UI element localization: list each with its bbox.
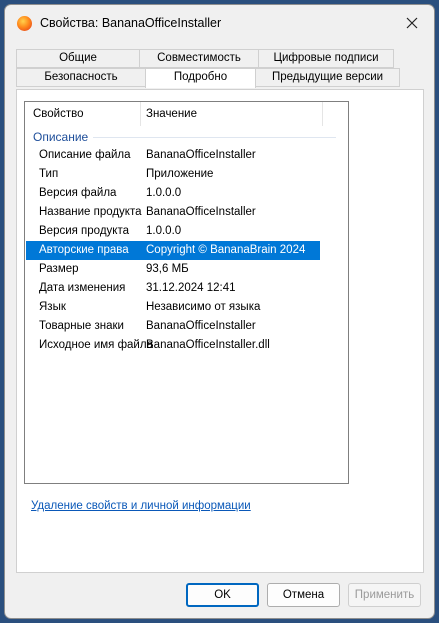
ok-button[interactable]: OK <box>186 583 259 607</box>
property-name: Язык <box>39 301 66 313</box>
banana-app-icon <box>17 16 32 31</box>
property-value: Copyright © BananaBrain 2024 <box>146 244 306 256</box>
column-property-header[interactable]: Свойство <box>33 108 84 120</box>
property-value: Приложение <box>146 168 214 180</box>
list-item[interactable]: Версия файла 1.0.0.0 <box>25 184 348 203</box>
window-title: Свойства: BananaOfficeInstaller <box>40 16 222 30</box>
property-value: 1.0.0.0 <box>146 187 182 199</box>
property-name: Авторские права <box>39 244 129 256</box>
property-value: Независимо от языка <box>146 301 261 313</box>
list-item-selected[interactable]: Авторские права Copyright © BananaBrain … <box>26 241 320 260</box>
list-item[interactable]: Товарные знаки BananaOfficeInstaller <box>25 317 348 336</box>
list-item[interactable]: Название продукта BananaOfficeInstaller <box>25 203 348 222</box>
property-value: 31.12.2024 12:41 <box>146 282 236 294</box>
property-value: BananaOfficeInstaller <box>146 320 256 332</box>
property-value: BananaOfficeInstaller <box>146 206 256 218</box>
column-value-header[interactable]: Значение <box>146 108 197 120</box>
list-item[interactable]: Дата изменения 31.12.2024 12:41 <box>25 279 348 298</box>
property-name: Версия файла <box>39 187 117 199</box>
tab-security[interactable]: Безопасность <box>16 68 146 87</box>
column-separator[interactable] <box>322 102 323 126</box>
property-name: Исходное имя файла <box>39 339 153 351</box>
column-header: Свойство Значение <box>25 102 348 126</box>
property-name: Описание файла <box>39 149 131 161</box>
property-name: Размер <box>39 263 79 275</box>
property-name: Товарные знаки <box>39 320 124 332</box>
property-name: Версия продукта <box>39 225 129 237</box>
list-item[interactable]: Версия продукта 1.0.0.0 <box>25 222 348 241</box>
close-button[interactable] <box>390 5 434 40</box>
tab-digital-signatures[interactable]: Цифровые подписи <box>258 49 394 68</box>
title-bar[interactable]: Свойства: BananaOfficeInstaller <box>5 5 434 40</box>
property-name: Дата изменения <box>39 282 126 294</box>
properties-dialog: Свойства: BananaOfficeInstaller Общие Со… <box>4 4 435 619</box>
list-item[interactable]: Описание файла BananaOfficeInstaller <box>25 146 348 165</box>
property-value: 93,6 МБ <box>146 263 189 275</box>
property-value: 1.0.0.0 <box>146 225 182 237</box>
list-item[interactable]: Исходное имя файла BananaOfficeInstaller… <box>25 336 348 355</box>
column-separator[interactable] <box>140 102 141 126</box>
tab-details[interactable]: Подробно <box>145 68 256 88</box>
property-name: Название продукта <box>39 206 142 218</box>
list-item[interactable]: Тип Приложение <box>25 165 348 184</box>
close-icon <box>406 17 418 28</box>
remove-properties-link[interactable]: Удаление свойств и личной информации <box>31 500 251 512</box>
tab-previous-versions[interactable]: Предыдущие версии <box>255 68 400 87</box>
list-item[interactable]: Язык Независимо от языка <box>25 298 348 317</box>
group-description-title: Описание <box>33 130 89 144</box>
cancel-button[interactable]: Отмена <box>267 583 340 607</box>
apply-button[interactable]: Применить <box>348 583 421 607</box>
details-list[interactable]: Свойство Значение Описание Описание файл… <box>24 101 349 484</box>
property-name: Тип <box>39 168 59 180</box>
tab-compatibility[interactable]: Совместимость <box>139 49 259 68</box>
list-item[interactable]: Размер 93,6 МБ <box>25 260 348 279</box>
property-value: BananaOfficeInstaller.dll <box>146 339 270 351</box>
property-value: BananaOfficeInstaller <box>146 149 256 161</box>
group-divider <box>93 137 336 138</box>
tab-general[interactable]: Общие <box>16 49 140 68</box>
